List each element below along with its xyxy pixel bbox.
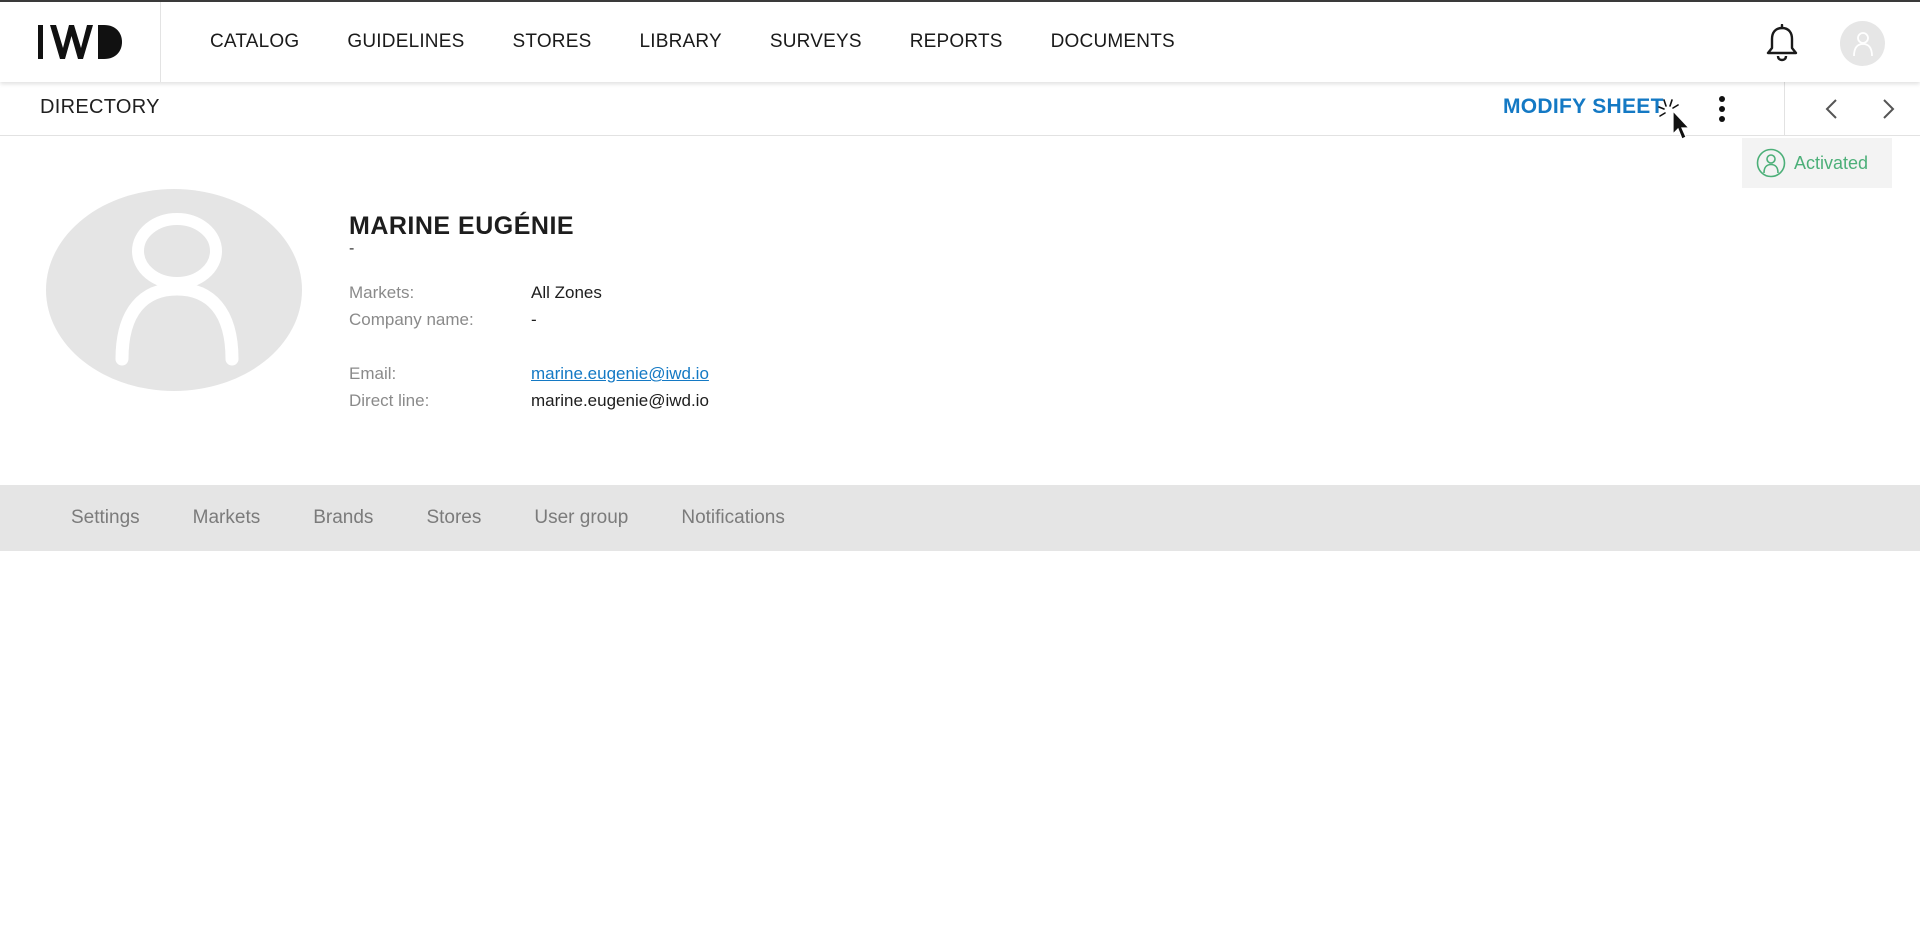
tab-user-group[interactable]: User group [534,507,628,529]
markets-value: All Zones [531,283,602,302]
company-name-value: - [531,310,537,329]
tab-brands[interactable]: Brands [313,507,373,529]
nav-catalog[interactable]: CATALOG [210,31,299,53]
nav-reports[interactable]: REPORTS [910,31,1003,53]
user-name: MARINE EUGÉNIE [349,212,575,240]
nav-documents[interactable]: DOCUMENTS [1051,31,1175,53]
user-circle-icon [1756,148,1786,178]
iwd-logo[interactable] [0,2,161,82]
user-avatar-icon[interactable] [1840,21,1885,66]
bell-icon[interactable] [1765,23,1799,62]
email-label: Email: [349,364,397,383]
main-nav: CATALOG GUIDELINES STORES LIBRARY SURVEY… [210,2,1223,82]
profile-tabs: Settings Markets Brands Stores User grou… [0,485,1920,551]
kebab-menu-icon[interactable] [1710,94,1734,124]
status-label: Activated [1794,152,1869,173]
nav-surveys[interactable]: SURVEYS [770,31,862,53]
tab-stores[interactable]: Stores [426,507,481,529]
nav-library[interactable]: LIBRARY [639,31,721,53]
page-title: DIRECTORY [40,96,160,118]
profile-avatar [46,189,302,391]
direct-line-label: Direct line: [349,391,430,410]
email-link[interactable]: marine.eugenie@iwd.io [531,364,709,384]
iwd-logo-icon [38,25,122,59]
markets-label: Markets: [349,283,415,302]
modify-sheet-button[interactable]: MODIFY SHEET [1503,95,1664,119]
top-navigation-bar: CATALOG GUIDELINES STORES LIBRARY SURVEY… [0,0,1920,82]
nav-guidelines[interactable]: GUIDELINES [347,31,464,53]
direct-line-value: marine.eugenie@iwd.io [531,391,709,410]
divider [1784,82,1785,136]
nav-stores[interactable]: STORES [512,31,591,53]
user-subtitle: - [349,240,355,257]
tab-markets[interactable]: Markets [193,507,261,529]
status-badge: Activated [1742,138,1892,188]
chevron-right-icon[interactable] [1876,96,1900,122]
tab-notifications[interactable]: Notifications [681,507,785,529]
chevron-left-icon[interactable] [1820,96,1844,122]
tab-settings[interactable]: Settings [71,507,140,529]
company-name-label: Company name: [349,310,474,329]
sub-header: DIRECTORY MODIFY SHEET [0,82,1920,136]
